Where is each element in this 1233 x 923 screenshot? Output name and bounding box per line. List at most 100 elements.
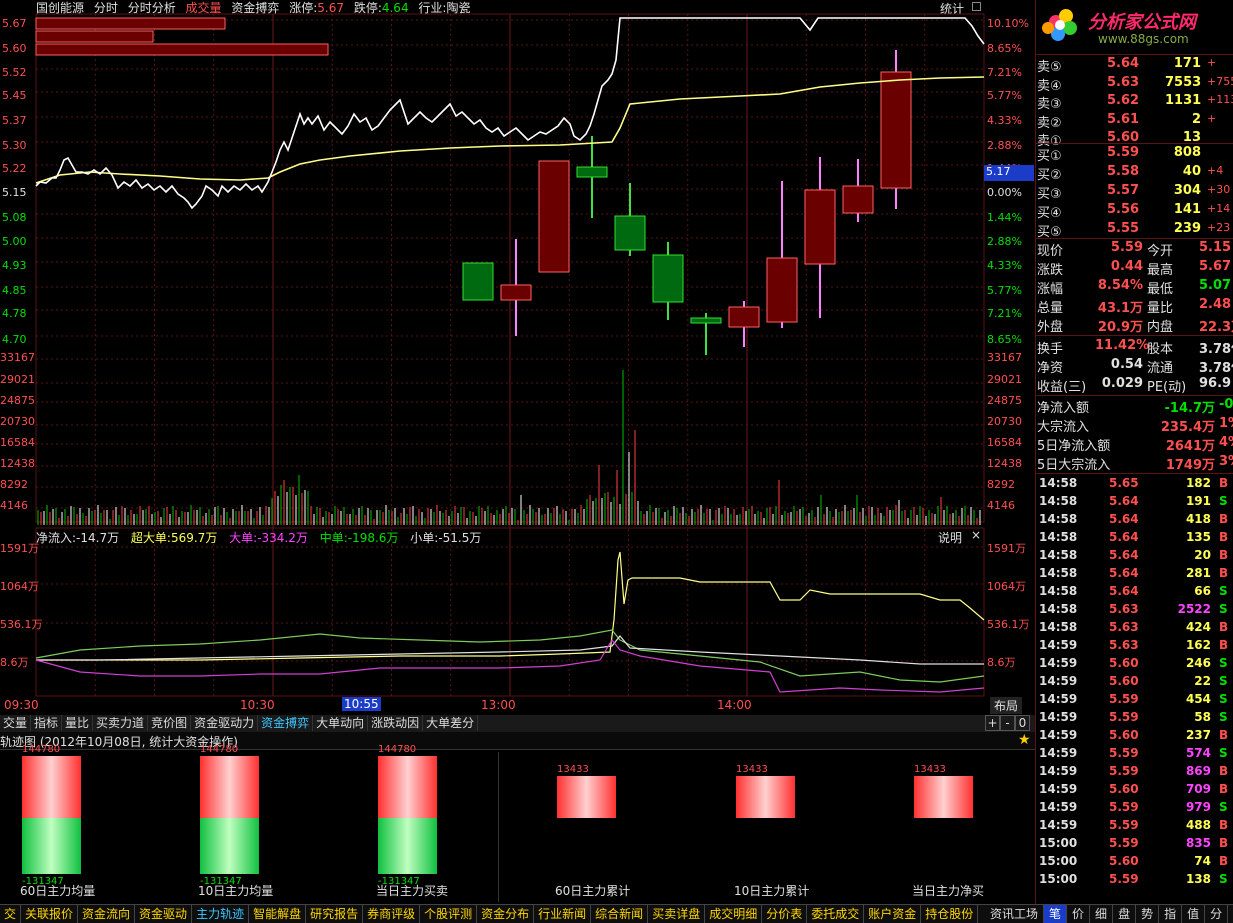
indicator-tab[interactable]: 大单动向 [313, 715, 369, 731]
bottom-right-tab[interactable]: 细 [1090, 905, 1114, 923]
indicator-tab[interactable]: 指标 [31, 715, 63, 731]
stat-value: 5.07 [1199, 278, 1232, 293]
time-label-1400: 14:00 [717, 698, 752, 712]
orderbook-change: +14 [1207, 202, 1231, 215]
stat-value: 2.48 [1199, 297, 1232, 312]
bottom-tab[interactable]: 智能解盘 [249, 905, 307, 923]
bottom-right-tab[interactable]: 价 [1067, 905, 1091, 923]
zoom-in-button[interactable]: + [985, 715, 1000, 731]
bottom-tab[interactable]: 研究报告 [306, 905, 364, 923]
bottom-tab[interactable]: 委托成交 [807, 905, 865, 923]
tick-row: 14:59 5.60 246 S [1037, 656, 1233, 674]
bottom-right-tab[interactable]: 笔 [1044, 905, 1068, 923]
tick-direction: S [1219, 746, 1228, 760]
tick-time: 14:59 [1039, 692, 1078, 706]
layout-button[interactable]: 布局 [990, 697, 1023, 714]
price-volume-chart[interactable] [0, 0, 1035, 715]
bottom-tab[interactable]: 券商评级 [363, 905, 421, 923]
tick-time: 14:59 [1039, 800, 1078, 814]
axis-label: 5.30 [2, 139, 27, 152]
bottom-tab[interactable]: 成交明细 [705, 905, 763, 923]
orderbook-change: + [1207, 111, 1217, 125]
tick-direction: S [1219, 692, 1228, 706]
indicator-tab[interactable]: 买卖力道 [93, 715, 149, 731]
close-icon[interactable]: × [971, 528, 981, 542]
tick-volume: 237 [1185, 728, 1211, 742]
axis-label: 536.1万 [987, 618, 1030, 631]
tick-time: 14:58 [1039, 602, 1078, 616]
orderbook-price: 5.61 [1107, 111, 1140, 127]
bottom-right-tab[interactable]: 资讯工场 [985, 905, 1045, 923]
tick-price: 5.60 [1109, 854, 1139, 868]
bottom-right-tab[interactable]: 指 [1159, 905, 1183, 923]
flow-small: 小单:-51.5万 [410, 531, 482, 545]
bottom-right-tab[interactable]: 值 [1182, 905, 1206, 923]
divider [1036, 54, 1233, 55]
tick-price: 5.64 [1109, 530, 1139, 544]
tick-volume: 246 [1185, 656, 1211, 670]
stat-row: 净资 0.54 流通 3.78亿 [1037, 357, 1233, 376]
orderbook-row: 买① 5.59 808 [1037, 145, 1233, 164]
tick-price: 5.59 [1109, 872, 1139, 886]
bottom-right-tab[interactable]: 盘 [1113, 905, 1137, 923]
indicator-tab[interactable]: 资金搏弈 [258, 715, 314, 731]
bottom-tab[interactable]: 账户资金 [864, 905, 922, 923]
tick-time: 14:59 [1039, 674, 1078, 688]
tick-direction: B [1219, 548, 1229, 562]
tick-volume: 709 [1185, 782, 1211, 796]
indicator-tab[interactable]: 资金驱动力 [191, 715, 259, 731]
axis-label: 1.44% [987, 211, 1022, 224]
indicator-tab[interactable]: 大单差分 [423, 715, 479, 731]
bottom-tab[interactable]: 买卖详盘 [648, 905, 706, 923]
orderbook-price: 5.59 [1107, 145, 1140, 160]
indicator-tab[interactable]: 量比 [62, 715, 94, 731]
zoom-out-button[interactable]: - [1000, 715, 1015, 731]
bar-negative [378, 818, 437, 874]
stat-key: 换手 [1037, 342, 1064, 357]
indicator-tab[interactable]: 交量 [0, 715, 32, 731]
bottom-right-tab[interactable]: 分 [1205, 905, 1229, 923]
axis-label: 5.15 [2, 186, 27, 199]
stat-value: 43.1万 [1097, 301, 1143, 316]
bar-top-value: 13433 [736, 764, 768, 775]
bottom-tab[interactable]: 行业新闻 [534, 905, 592, 923]
tick-volume: 424 [1185, 620, 1211, 634]
indicator-tab-bar: 交量 指标 量比 买卖力道 竞价图 资金驱动力 资金搏弈 大单动向 涨跌动因 大单差分 [0, 715, 985, 732]
bottom-right-tab[interactable]: 势 [1136, 905, 1160, 923]
tick-direction: S [1219, 494, 1228, 508]
orderbook-label: 买④ [1037, 206, 1062, 221]
star-icon[interactable]: ★ [1018, 732, 1031, 748]
bottom-tab[interactable]: 综合新闻 [591, 905, 649, 923]
explain-button[interactable]: 说明 [938, 529, 962, 546]
orderbook-price: 5.58 [1107, 164, 1140, 179]
orderbook-label: 卖⑤ [1037, 60, 1062, 75]
bottom-tab[interactable]: 交 [0, 905, 22, 923]
bar-positive [22, 756, 81, 818]
bottom-tab[interactable]: 持仓股份 [921, 905, 979, 923]
bottom-tab[interactable]: 关联报价 [21, 905, 79, 923]
orderbook-volume: 2 [1191, 111, 1201, 127]
time-label-1030: 10:30 [240, 698, 275, 712]
orderbook-label: 卖② [1037, 115, 1062, 131]
tick-price: 5.60 [1109, 656, 1139, 670]
bar-negative [22, 818, 81, 874]
axis-label: 5.00 [2, 235, 27, 248]
tick-row: 15:00 5.59 138 S [1037, 872, 1233, 890]
bottom-tab[interactable]: 个股评测 [420, 905, 478, 923]
bottom-tab[interactable]: 主力轨迹 [192, 905, 250, 923]
axis-label: 5.77% [987, 284, 1022, 297]
tick-volume: 418 [1185, 512, 1211, 526]
bottom-tab[interactable]: 资金分布 [477, 905, 535, 923]
stat-value: 5.15 [1199, 240, 1232, 255]
axis-label: 7.21% [987, 307, 1022, 320]
indicator-tab[interactable]: 竞价图 [148, 715, 192, 731]
bottom-tab[interactable]: 分价表 [762, 905, 808, 923]
reset-button[interactable]: 0 [1015, 715, 1030, 731]
axis-label: 5.37 [2, 114, 27, 127]
stat-row: 外盘 20.9万内盘 22.3万 [1037, 316, 1233, 335]
tick-direction: B [1219, 854, 1229, 868]
bottom-tab[interactable]: 资金驱动 [135, 905, 193, 923]
bottom-tab[interactable]: 资金流向 [78, 905, 136, 923]
axis-label: 8292 [0, 478, 28, 491]
indicator-tab[interactable]: 涨跌动因 [368, 715, 424, 731]
